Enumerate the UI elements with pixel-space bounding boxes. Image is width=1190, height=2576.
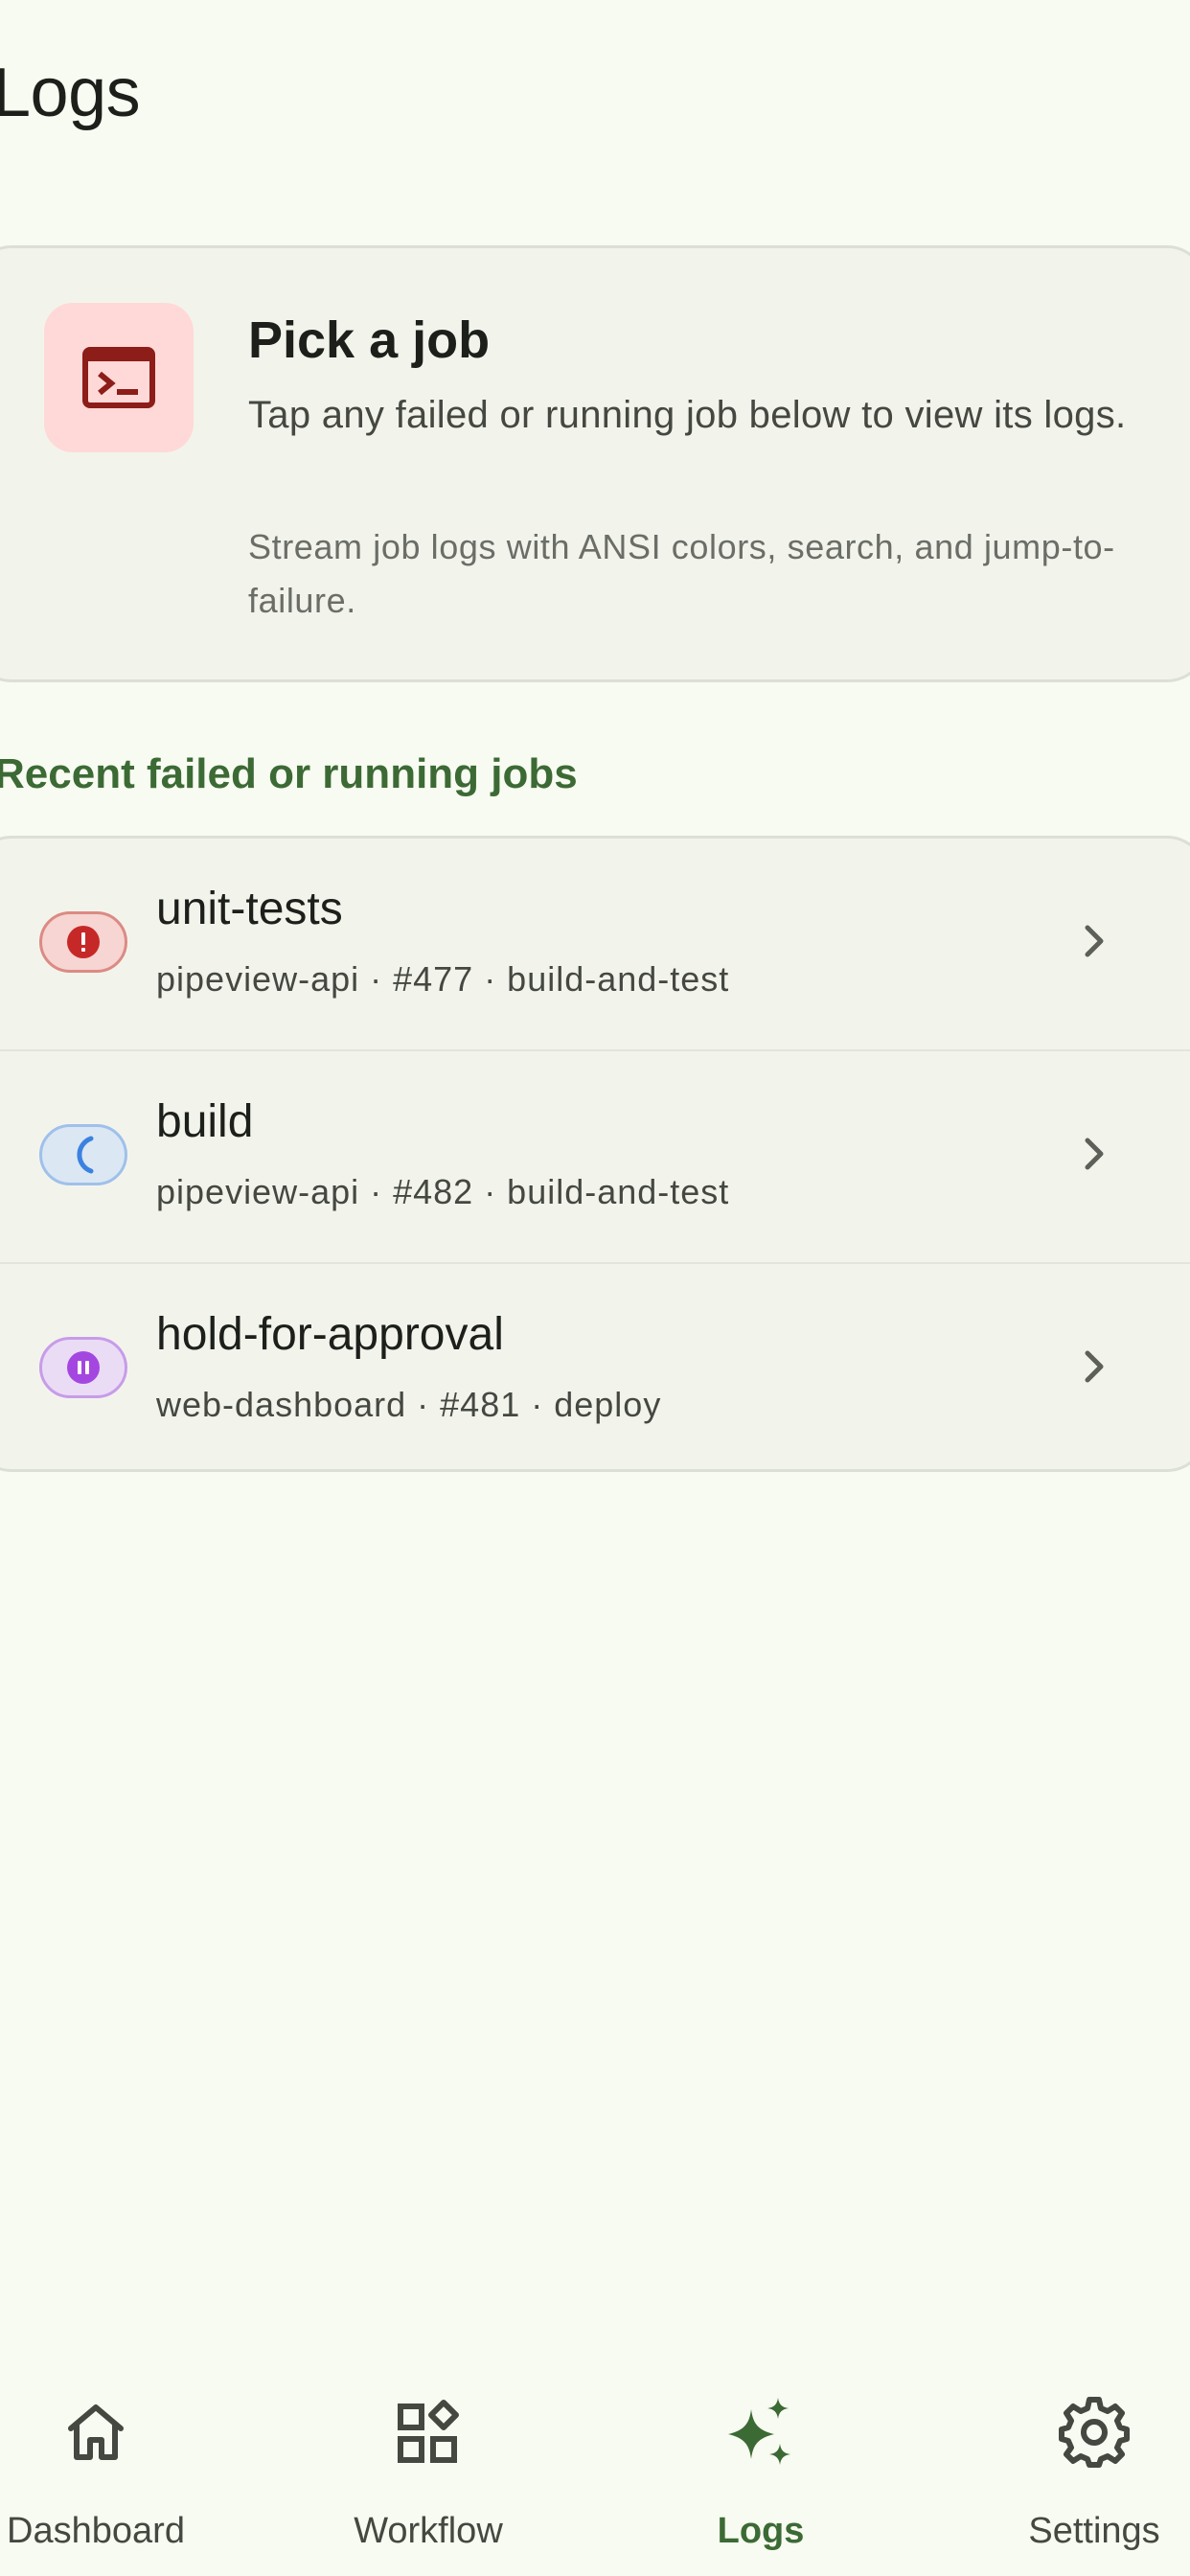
nav-item-logs[interactable]: Logs [617, 2358, 904, 2576]
nav-item-dashboard[interactable]: Dashboard [0, 2358, 240, 2576]
bottom-navigation: Dashboard Workflow Logs Settings [0, 2358, 1190, 2576]
card-hint: Stream job logs with ANSI colors, search… [248, 527, 1115, 620]
chevron-right-icon [1085, 1138, 1104, 1170]
logs-screen: Logs Pick a job Tap any failed or runnin… [0, 0, 1190, 2576]
job-meta: pipeview-api · #477 · build-and-test [156, 959, 730, 999]
job-row-unit-tests[interactable]: unit-tests pipeview-api · #477 · build-a… [0, 839, 1190, 1051]
job-name: build [156, 1096, 254, 1147]
card-title: Pick a job [248, 311, 491, 369]
nav-label: Dashboard [7, 2511, 185, 2551]
status-running-badge [39, 1124, 127, 1185]
terminal-icon [44, 303, 194, 452]
status-failed-badge [39, 911, 127, 973]
job-row-build[interactable]: build pipeview-api · #482 · build-and-te… [0, 1049, 1190, 1262]
page-title: Logs [0, 55, 141, 131]
job-row-hold-for-approval[interactable]: hold-for-approval web-dashboard · #481 ·… [0, 1262, 1190, 1469]
sparkle-icon [722, 2394, 799, 2471]
chevron-right-icon [1085, 1350, 1104, 1383]
nav-item-settings[interactable]: Settings [950, 2358, 1190, 2576]
home-icon [57, 2394, 134, 2471]
section-title: Recent failed or running jobs [0, 750, 578, 797]
job-meta: web-dashboard · #481 · deploy [156, 1385, 662, 1424]
nav-label: Workflow [354, 2511, 503, 2551]
spinner-icon [77, 1136, 94, 1174]
job-name: hold-for-approval [156, 1309, 504, 1360]
widgets-icon [390, 2394, 467, 2471]
nav-item-workflow[interactable]: Workflow [285, 2358, 572, 2576]
gear-icon [1056, 2394, 1133, 2471]
chevron-right-icon [1085, 925, 1104, 957]
error-icon [67, 926, 100, 958]
nav-label: Logs [717, 2511, 805, 2551]
jobs-list: unit-tests pipeview-api · #477 · build-a… [0, 836, 1190, 1472]
pause-icon [67, 1351, 100, 1384]
pick-a-job-card: Pick a job Tap any failed or running job… [0, 245, 1190, 682]
nav-label: Settings [1028, 2511, 1160, 2551]
job-meta: pipeview-api · #482 · build-and-test [156, 1172, 730, 1211]
job-name: unit-tests [156, 884, 343, 934]
card-description: Tap any failed or running job below to v… [248, 394, 1127, 436]
status-waiting-badge [39, 1337, 127, 1398]
